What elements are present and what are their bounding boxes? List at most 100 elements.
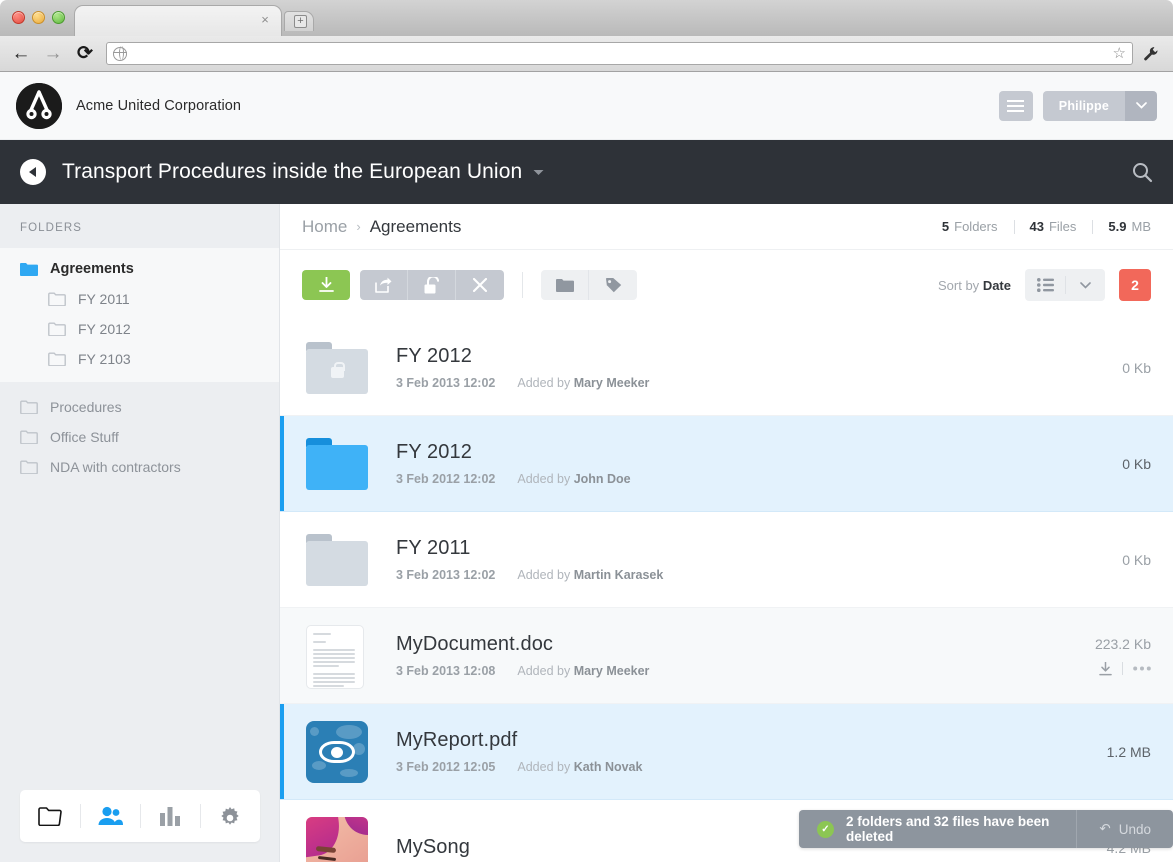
sidebar-bottom-toolbar bbox=[20, 790, 260, 842]
row-date: 3 Feb 2012 12:05 bbox=[396, 760, 496, 774]
row-date: 3 Feb 2012 12:02 bbox=[396, 472, 496, 486]
download-button[interactable] bbox=[302, 270, 350, 300]
added-by-name: Mary Meeker bbox=[573, 376, 650, 390]
minimize-window-button[interactable] bbox=[32, 11, 45, 24]
song-thumb-icon bbox=[306, 816, 368, 862]
hamburger-icon[interactable] bbox=[998, 90, 1033, 121]
browser-toolbar: ← → ⟳ ☆ bbox=[0, 36, 1173, 72]
sidebar-item-fy2011[interactable]: FY 2011 bbox=[0, 284, 279, 314]
row-size: 0 Kb bbox=[1122, 359, 1151, 376]
undo-button[interactable]: ↶ Undo bbox=[1076, 810, 1173, 848]
pdf-thumb-icon bbox=[306, 720, 368, 783]
toolbar-divider bbox=[522, 272, 523, 298]
back-arrow-icon[interactable]: ← bbox=[10, 44, 32, 63]
app-body: FOLDERS Agreements FY 2011 FY 2012 FY 21… bbox=[0, 204, 1173, 862]
list-view-button[interactable] bbox=[1025, 269, 1065, 301]
selection-count-badge[interactable]: 2 bbox=[1119, 269, 1151, 301]
lock-button[interactable] bbox=[408, 270, 456, 300]
row-name: FY 2011 bbox=[396, 537, 471, 559]
sidebar-plain-group: Procedures Office Stuff NDA with contrac… bbox=[0, 382, 279, 482]
toast-notification: ✓ 2 folders and 32 files have been delet… bbox=[799, 810, 1173, 848]
sort-control[interactable]: Sort by Date bbox=[938, 278, 1011, 293]
added-by-name: Kath Novak bbox=[573, 760, 643, 774]
breadcrumb-home[interactable]: Home bbox=[302, 217, 347, 237]
delete-button[interactable] bbox=[456, 270, 504, 300]
table-row[interactable]: FY 2011 3 Feb 2013 12:02 Added by Martin… bbox=[280, 512, 1173, 608]
stat-files-label: Files bbox=[1048, 219, 1077, 234]
chevron-down-icon bbox=[1079, 281, 1091, 289]
document-thumb-icon bbox=[306, 624, 368, 689]
table-row[interactable]: FY 2012 3 Feb 2013 12:02 Added by Mary M… bbox=[280, 320, 1173, 416]
sidebar-item-label: Office Stuff bbox=[50, 429, 119, 445]
user-menu-label: Philippe bbox=[1042, 90, 1125, 121]
sidebar-item-fy2012[interactable]: FY 2012 bbox=[0, 314, 279, 344]
stats-tool-button[interactable] bbox=[140, 790, 200, 842]
chevron-down-icon[interactable] bbox=[1125, 90, 1157, 121]
tab-close-icon[interactable]: × bbox=[259, 13, 271, 26]
sidebar-item-fy2103[interactable]: FY 2103 bbox=[0, 344, 279, 374]
toast-message: 2 folders and 32 files have been deleted bbox=[846, 814, 1050, 844]
row-right: 0 Kb bbox=[1122, 456, 1151, 472]
tag-button[interactable] bbox=[589, 270, 637, 300]
row-text: FY 2012 3 Feb 2012 12:02 Added by John D… bbox=[396, 441, 631, 486]
added-prefix: Added by bbox=[517, 760, 571, 774]
user-menu[interactable]: Philippe bbox=[1042, 90, 1157, 121]
stat-files: 43 Files bbox=[1013, 219, 1093, 234]
window-controls bbox=[12, 11, 65, 24]
sidebar-item-label: Agreements bbox=[50, 261, 134, 277]
users-tool-button[interactable] bbox=[80, 790, 140, 842]
files-tool-button[interactable] bbox=[20, 790, 80, 842]
row-added-by: Added by Mary Meeker bbox=[517, 664, 649, 678]
row-added-by: Added by John Doe bbox=[517, 472, 630, 486]
row-meta: 3 Feb 2012 12:02 Added by John Doe bbox=[396, 472, 631, 486]
close-window-button[interactable] bbox=[12, 11, 25, 24]
maximize-window-button[interactable] bbox=[52, 11, 65, 24]
secondary-action-group bbox=[541, 270, 637, 300]
breadcrumb-current[interactable]: Agreements bbox=[370, 217, 462, 237]
row-date: 3 Feb 2013 12:02 bbox=[396, 568, 496, 582]
new-tab-button[interactable]: + bbox=[284, 11, 314, 31]
new-folder-button[interactable] bbox=[541, 270, 589, 300]
row-text: MyReport.pdf 3 Feb 2012 12:05 Added by K… bbox=[396, 729, 642, 774]
plus-icon: + bbox=[294, 15, 307, 28]
settings-tool-button[interactable] bbox=[200, 790, 260, 842]
bar-chart-icon bbox=[159, 806, 181, 826]
blue-folder-icon bbox=[306, 433, 368, 495]
stat-size-value: 5.9 bbox=[1108, 219, 1127, 234]
folder-icon bbox=[48, 292, 66, 306]
added-prefix: Added by bbox=[517, 568, 571, 582]
row-meta: 3 Feb 2013 12:08 Added by Mary Meeker bbox=[396, 664, 649, 678]
star-icon[interactable]: ☆ bbox=[1113, 46, 1126, 62]
title-dropdown-icon[interactable] bbox=[533, 169, 544, 176]
browser-tab[interactable]: × bbox=[74, 5, 282, 36]
more-options-icon[interactable] bbox=[1133, 666, 1151, 671]
table-row[interactable]: MyReport.pdf 3 Feb 2012 12:05 Added by K… bbox=[280, 704, 1173, 800]
folder-icon bbox=[20, 460, 38, 474]
download-icon[interactable] bbox=[1099, 661, 1112, 676]
primary-action-group bbox=[360, 270, 504, 300]
sidebar-item-procedures[interactable]: Procedures bbox=[0, 392, 279, 422]
row-date: 3 Feb 2013 12:02 bbox=[396, 376, 496, 390]
reload-icon[interactable]: ⟳ bbox=[74, 44, 96, 63]
toast-message-area: ✓ 2 folders and 32 files have been delet… bbox=[799, 810, 1076, 848]
search-icon[interactable] bbox=[1131, 161, 1153, 183]
table-row[interactable]: FY 2012 3 Feb 2012 12:02 Added by John D… bbox=[280, 416, 1173, 512]
acme-logo-icon bbox=[16, 82, 62, 129]
forward-arrow-icon[interactable]: → bbox=[42, 44, 64, 63]
stat-folders-value: 5 bbox=[941, 219, 950, 234]
view-dropdown-button[interactable] bbox=[1065, 269, 1105, 301]
sidebar-item-agreements[interactable]: Agreements bbox=[0, 254, 279, 284]
organization-name: Acme United Corporation bbox=[76, 97, 242, 114]
folder-icon bbox=[38, 806, 62, 826]
table-row[interactable]: MyDocument.doc 3 Feb 2013 12:08 Added by… bbox=[280, 608, 1173, 704]
wrench-icon[interactable] bbox=[1143, 46, 1163, 62]
sidebar-item-nda-with-contractors[interactable]: NDA with contractors bbox=[0, 452, 279, 482]
breadcrumb-separator-icon: › bbox=[356, 219, 361, 234]
back-button[interactable] bbox=[20, 159, 46, 185]
sidebar-item-office-stuff[interactable]: Office Stuff bbox=[0, 422, 279, 452]
gear-icon bbox=[219, 805, 241, 827]
row-name: MySong bbox=[396, 836, 470, 858]
address-bar[interactable]: ☆ bbox=[106, 42, 1133, 65]
sidebar: FOLDERS Agreements FY 2011 FY 2012 FY 21… bbox=[0, 204, 280, 862]
share-button[interactable] bbox=[360, 270, 408, 300]
